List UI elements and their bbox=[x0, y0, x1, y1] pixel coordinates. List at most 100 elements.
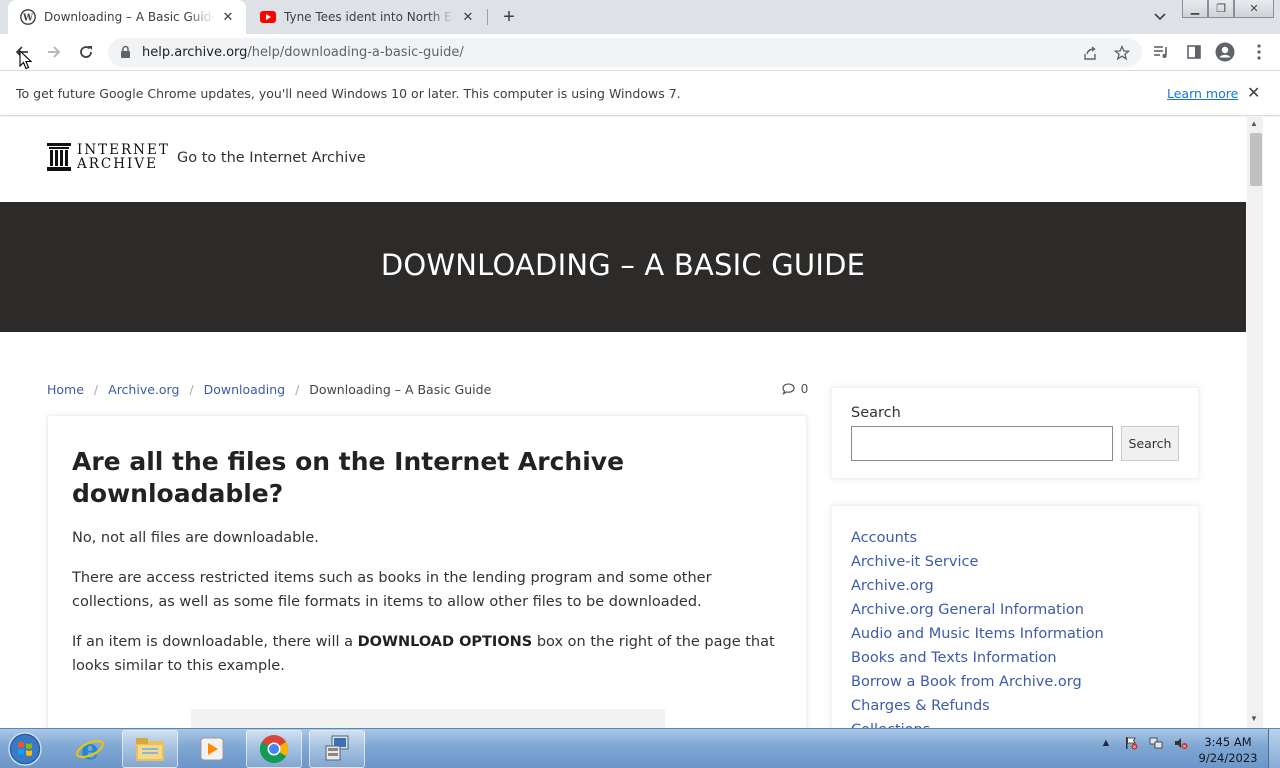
category-link[interactable]: Audio and Music Items Information bbox=[851, 622, 1104, 646]
page-scrollbar[interactable]: ▲ ▼ bbox=[1246, 117, 1280, 728]
tab-inactive[interactable]: Tyne Tees ident into North East News ✕ bbox=[248, 0, 486, 34]
scrollbar-thumb[interactable] bbox=[1250, 133, 1262, 186]
page-title: DOWNLOADING – A BASIC GUIDE bbox=[380, 248, 866, 282]
infobar-close-icon[interactable]: ✕ bbox=[1247, 83, 1260, 103]
page-hero: DOWNLOADING – A BASIC GUIDE bbox=[0, 202, 1246, 332]
svg-text:✕: ✕ bbox=[1132, 744, 1136, 750]
category-list: Accounts Archive-it Service Archive.org … bbox=[851, 526, 1104, 728]
window-close-button[interactable]: ✕ bbox=[1234, 0, 1274, 18]
archive-building-icon bbox=[47, 143, 71, 171]
article-paragraph-3: If an item is downloadable, there will a… bbox=[72, 630, 782, 678]
breadcrumb-sep: / bbox=[295, 382, 300, 397]
minimize-button[interactable]: ▁ bbox=[1182, 0, 1208, 18]
comment-icon bbox=[782, 383, 795, 395]
wordpress-icon: W bbox=[20, 9, 36, 25]
network-icon[interactable] bbox=[1148, 735, 1164, 751]
search-button[interactable]: Search bbox=[1121, 426, 1179, 461]
internet-archive-logo[interactable]: INTERNET ARCHIVE bbox=[47, 143, 170, 171]
file-explorer-icon[interactable] bbox=[122, 730, 178, 768]
new-tab-button[interactable]: + bbox=[498, 6, 520, 28]
category-link[interactable]: Collections bbox=[851, 718, 1104, 728]
learn-more-link[interactable]: Learn more bbox=[1167, 86, 1238, 101]
profile-avatar-icon[interactable] bbox=[1215, 42, 1235, 62]
scroll-up-arrow-icon[interactable]: ▲ bbox=[1250, 119, 1258, 128]
article-paragraph-2: There are access restricted items such a… bbox=[72, 570, 712, 610]
article-paragraph-1: No, not all files are downloadable. bbox=[72, 530, 319, 546]
internet-explorer-icon[interactable]: e bbox=[62, 730, 118, 768]
clock-date: 9/24/2023 bbox=[1198, 751, 1258, 765]
youtube-icon bbox=[260, 9, 276, 25]
windows-taskbar: e ▲ ✕ ✕ 3:45 AM 9/24/2023 bbox=[0, 728, 1280, 768]
tab-close-icon[interactable]: ✕ bbox=[460, 9, 476, 25]
breadcrumb-downloading[interactable]: Downloading bbox=[204, 382, 285, 397]
clock-time: 3:45 AM bbox=[1204, 735, 1252, 749]
svg-text:W: W bbox=[22, 14, 34, 24]
forward-button[interactable] bbox=[42, 40, 66, 64]
scroll-down-arrow-icon[interactable]: ▼ bbox=[1250, 714, 1258, 723]
reload-button[interactable] bbox=[74, 40, 98, 64]
logo-line-1: INTERNET bbox=[77, 142, 170, 158]
category-link[interactable]: Charges & Refunds bbox=[851, 694, 1104, 718]
show-desktop-button[interactable] bbox=[1268, 729, 1280, 768]
tab-separator bbox=[487, 9, 488, 25]
breadcrumb-sep: / bbox=[189, 382, 194, 397]
page-viewport: INTERNET ARCHIVE Go to the Internet Arch… bbox=[0, 117, 1246, 728]
tab-active[interactable]: W Downloading – A Basic Guide – Internet… bbox=[8, 0, 246, 34]
menu-kebab-icon[interactable] bbox=[1249, 42, 1269, 62]
comment-count[interactable]: 0 bbox=[782, 382, 808, 396]
browser-toolbar: help.archive.org/help/downloading-a-basi… bbox=[0, 34, 1280, 71]
category-link[interactable]: Archive.org bbox=[851, 574, 1104, 598]
taskbar-clock[interactable]: 3:45 AM 9/24/2023 bbox=[1196, 734, 1260, 766]
network-app-icon[interactable] bbox=[309, 730, 365, 768]
download-options-term: DOWNLOAD OPTIONS bbox=[357, 634, 533, 650]
tray-expand-icon[interactable]: ▲ bbox=[1098, 735, 1114, 751]
mouse-cursor-icon bbox=[19, 49, 33, 75]
share-icon[interactable] bbox=[1081, 44, 1099, 62]
url-text: help.archive.org/help/downloading-a-basi… bbox=[142, 45, 464, 60]
search-input[interactable] bbox=[851, 426, 1113, 461]
article-card: Are all the files on the Internet Archiv… bbox=[47, 415, 807, 728]
category-link[interactable]: Books and Texts Information bbox=[851, 646, 1104, 670]
side-panel-icon[interactable] bbox=[1184, 42, 1204, 62]
infobar-message: To get future Google Chrome updates, you… bbox=[16, 86, 681, 101]
tab-search-chevron-icon[interactable] bbox=[1150, 8, 1170, 26]
breadcrumb-home[interactable]: Home bbox=[47, 382, 84, 397]
svg-text:✕: ✕ bbox=[1182, 744, 1186, 750]
comment-count-value: 0 bbox=[801, 382, 808, 396]
sidebar-categories-widget: Accounts Archive-it Service Archive.org … bbox=[831, 505, 1199, 728]
tab-strip: W Downloading – A Basic Guide – Internet… bbox=[0, 0, 1280, 34]
windows-start-icon[interactable] bbox=[6, 731, 46, 767]
address-bar[interactable]: help.archive.org/help/downloading-a-basi… bbox=[108, 38, 1142, 67]
goto-archive-link[interactable]: Go to the Internet Archive bbox=[177, 150, 366, 166]
volume-muted-icon[interactable]: ✕ bbox=[1173, 735, 1189, 751]
window-controls: ▁ ❐ ✕ bbox=[1182, 0, 1274, 18]
article-heading: Are all the files on the Internet Archiv… bbox=[72, 447, 625, 508]
update-infobar: To get future Google Chrome updates, you… bbox=[0, 71, 1280, 116]
breadcrumb-sep: / bbox=[93, 382, 99, 397]
category-link[interactable]: Accounts bbox=[851, 526, 1104, 550]
tab-title: Tyne Tees ident into North East News bbox=[284, 10, 454, 24]
breadcrumb-archive-org[interactable]: Archive.org bbox=[108, 382, 179, 397]
media-player-icon[interactable] bbox=[184, 730, 240, 768]
logo-wordmark: INTERNET ARCHIVE bbox=[77, 143, 170, 171]
chrome-icon[interactable] bbox=[246, 730, 302, 768]
lock-icon[interactable] bbox=[120, 45, 131, 64]
p3-text-before: If an item is downloadable, there will a bbox=[72, 634, 358, 650]
action-center-flag-icon[interactable]: ✕ bbox=[1123, 735, 1139, 751]
category-link[interactable]: Archive-it Service bbox=[851, 550, 1104, 574]
bookmark-star-icon[interactable] bbox=[1113, 44, 1131, 62]
category-link[interactable]: Archive.org General Information bbox=[851, 598, 1104, 622]
sidebar-search-widget: Search Search bbox=[831, 387, 1199, 479]
media-controls-icon[interactable] bbox=[1151, 42, 1171, 62]
reload-icon bbox=[80, 46, 92, 58]
breadcrumb-current: Downloading – A Basic Guide bbox=[309, 382, 492, 397]
restore-button[interactable]: ❐ bbox=[1208, 0, 1234, 18]
logo-line-2: ARCHIVE bbox=[77, 156, 158, 172]
url-path: /help/downloading-a-basic-guide/ bbox=[247, 45, 464, 60]
url-host: help.archive.org bbox=[142, 45, 248, 60]
category-link[interactable]: Borrow a Book from Archive.org bbox=[851, 670, 1104, 694]
scrollbar-track[interactable] bbox=[1247, 117, 1263, 728]
svg-text:e: e bbox=[81, 734, 99, 764]
tab-close-icon[interactable]: ✕ bbox=[220, 9, 236, 25]
example-image bbox=[191, 709, 665, 728]
